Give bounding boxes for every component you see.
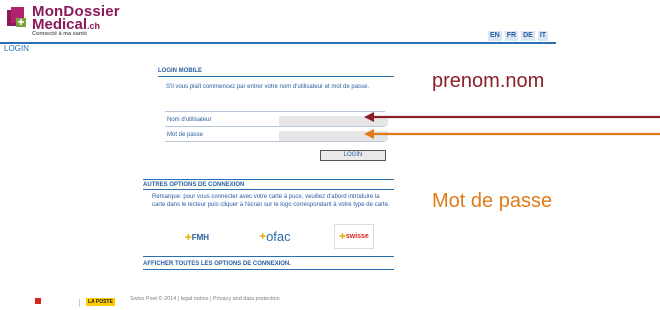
other-options-title: AUTRES OPTIONS DE CONNEXION (143, 182, 245, 188)
login-instructions: S'il vous plaît commencez par entrer vot… (166, 84, 370, 90)
fmh-card-logo[interactable]: ✚ FMH (178, 227, 216, 247)
username-arrow-head (364, 112, 374, 122)
ofac-swiss-icon: ✚ (259, 231, 267, 241)
fmh-swiss-icon: ✚ (184, 232, 192, 242)
login-button[interactable]: LOGIN (320, 150, 386, 161)
other-options-text: Remarque: pour vous connecter avec votre… (152, 194, 390, 208)
fields-top-divider (165, 111, 385, 112)
mondossier-logo-icon (7, 7, 26, 27)
password-hint: Mot de passe (432, 190, 553, 212)
header-divider (0, 42, 556, 44)
lang-fr[interactable]: FR (504, 31, 519, 41)
brand-tagline: Connecté à ma santé (32, 31, 88, 37)
show-all-options-link[interactable]: AFFICHER TOUTES LES OPTIONS DE CONNEXION… (143, 261, 291, 267)
swiss-flag-icon (35, 298, 41, 304)
lang-en[interactable]: EN (488, 31, 502, 41)
swisse-card-logo[interactable]: ✚ swisse (334, 224, 374, 249)
other-options-rule-top (143, 179, 394, 180)
breadcrumb: LOGIN (4, 44, 29, 53)
lang-it[interactable]: IT (537, 31, 549, 41)
footer-logo-separator (79, 299, 80, 307)
login-mobile-title: LOGIN MOBILE (158, 68, 202, 74)
username-hint: prenom.nom (432, 70, 545, 92)
username-label: Nom d'utilisateur (167, 117, 212, 123)
password-arrow-head (364, 129, 374, 139)
footer-text: Swiss Post © 2014 | legal notice | Priva… (130, 296, 280, 302)
swisse-swiss-icon: ✚ (339, 232, 346, 241)
swiss-confederation-logo (35, 298, 61, 307)
ofac-card-logo[interactable]: ✚ ofac (256, 226, 294, 246)
fields-mid-divider (165, 126, 385, 127)
password-label: Mot de passe (167, 132, 204, 138)
language-switcher: EN FR DE IT (488, 31, 549, 41)
fields-bottom-divider (165, 141, 385, 142)
la-poste-logo: LA POSTE (86, 298, 115, 306)
show-all-rule-top (143, 256, 394, 257)
other-options-rule (143, 189, 394, 190)
annotation-arrows (364, 112, 660, 139)
show-all-rule-bottom (143, 269, 394, 270)
lang-de[interactable]: DE (521, 31, 535, 41)
login-mobile-rule (158, 76, 394, 77)
